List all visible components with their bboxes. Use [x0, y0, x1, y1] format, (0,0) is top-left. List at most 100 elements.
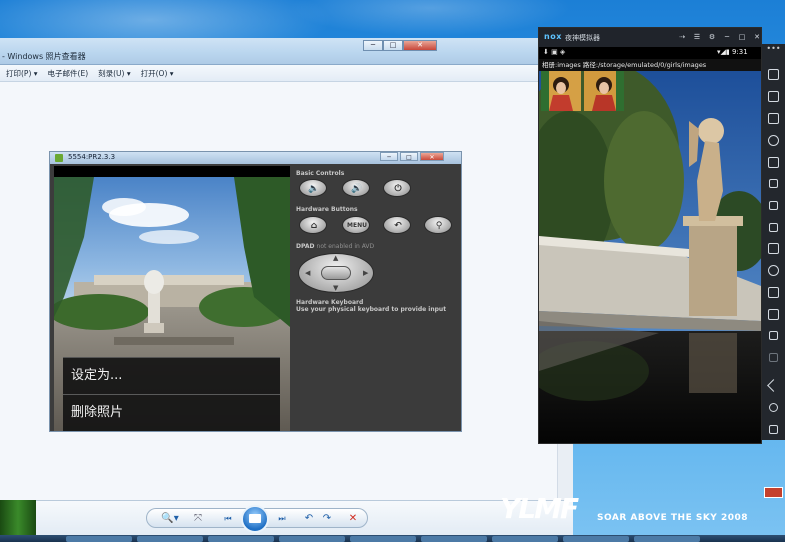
menu-open[interactable]: 打开(O) ▾ [141, 68, 174, 79]
emulator-controls-panel: Basic Controls 🔈 🔊 ⏻ Hardware Buttons ⌂ … [290, 166, 461, 431]
delete-icon[interactable]: ✕ [347, 511, 359, 526]
volume-down-button[interactable]: 🔈 [299, 179, 327, 197]
next-icon[interactable]: ⏭ [275, 511, 289, 526]
nox-photo [539, 71, 761, 443]
keyboard-title: Hardware Keyboard [296, 299, 364, 306]
taskbar-item-5[interactable] [350, 536, 416, 542]
emulator-screen[interactable]: 设定为... 删除照片 [54, 166, 290, 431]
dpad-note: not enabled in AVD [316, 243, 375, 250]
status-clock: ▾◢▮ 9:31 [717, 48, 748, 56]
taskbar-item-8[interactable] [563, 536, 629, 542]
tray-app-icon[interactable] [764, 487, 783, 498]
power-icon: ⏻ [394, 184, 402, 194]
album-thumbnails [541, 71, 763, 114]
volume-up-icon[interactable] [769, 201, 778, 210]
menu-item-delete-photo[interactable]: 删除照片 [63, 395, 280, 431]
taskbar-item-4[interactable] [279, 536, 345, 542]
dpad-center-button[interactable] [321, 266, 351, 280]
android-emulator-window: 5554:PR2.3.3 ─ □ ✕ 设定为... 删除照片 Basic Con… [49, 151, 462, 432]
photo-viewer-menubar: 打印(P) ▾ 电子邮件(E) 刻录(U) ▾ 打开(O) ▾ [0, 65, 573, 82]
dpad-up-icon: ▲ [333, 254, 339, 262]
home-button[interactable]: ⌂ [299, 216, 327, 234]
location-icon[interactable] [768, 135, 779, 146]
back-icon: ↶ [394, 221, 402, 231]
home-icon: ⌂ [310, 221, 318, 231]
notification-icons: ⬇ ▣ ◈ [543, 48, 566, 56]
fit-window-icon[interactable]: ⤧ [191, 511, 205, 526]
volume-up-button[interactable]: 🔊 [342, 179, 370, 197]
hardware-buttons-label: Hardware Buttons [296, 206, 358, 213]
search-icon: ⚲ [435, 221, 443, 231]
scissors-icon[interactable] [768, 113, 779, 124]
dpad-label: DPAD not enabled in AVD [296, 243, 375, 250]
nox-player-window: nox 夜神模拟器 ⇢ ☰ ⚙ ─ □ ✕ ⬇ ▣ ◈ ▾◢▮ 9:31 相册:… [538, 27, 762, 444]
menu-button[interactable]: MENU [342, 216, 370, 234]
emulator-maximize-button[interactable]: □ [400, 152, 418, 161]
previous-icon[interactable]: ⏮ [221, 511, 235, 526]
android-icon [55, 154, 63, 162]
basic-controls-label: Basic Controls [296, 170, 345, 177]
macro-icon[interactable] [768, 309, 779, 320]
photo-viewer-titlebar[interactable]: - Windows 照片查看器 ─ □ ✕ [0, 38, 573, 65]
back-button[interactable]: ↶ [383, 216, 411, 234]
more-icon[interactable] [769, 353, 778, 362]
display-icon[interactable] [768, 157, 779, 168]
shake-icon[interactable] [768, 265, 779, 276]
emulator-minimize-button[interactable]: ─ [380, 152, 398, 161]
zoom-icon[interactable]: 🔍▾ [159, 511, 181, 526]
taskbar-item-6[interactable] [421, 536, 487, 542]
nox-minimize-button[interactable]: ─ [720, 31, 734, 43]
menu-burn[interactable]: 刻录(U) ▾ [98, 68, 131, 79]
emulator-status-bar [54, 166, 290, 177]
nox-menu-icon[interactable]: ☰ [690, 31, 704, 43]
nox-share-icon[interactable]: ⇢ [675, 31, 689, 43]
taskbar-item-3[interactable] [208, 536, 274, 542]
nox-titlebar[interactable]: nox 夜神模拟器 ⇢ ☰ ⚙ ─ □ ✕ [539, 28, 761, 47]
minimize-button[interactable]: ─ [363, 40, 383, 51]
fullscreen-icon[interactable] [769, 179, 778, 188]
photo-viewer-toolbar: 🔍▾ ⤧ ⏮ ⏭ ↶ ↷ ✕ [146, 505, 368, 533]
close-button[interactable]: ✕ [403, 40, 437, 51]
screen-record-icon[interactable] [768, 91, 779, 102]
emulator-title: 5554:PR2.3.3 [68, 153, 116, 161]
emulator-titlebar[interactable]: 5554:PR2.3.3 ─ □ ✕ [50, 152, 461, 164]
menu-print[interactable]: 打印(P) ▾ [6, 68, 38, 79]
nox-settings-icon[interactable]: ⚙ [705, 31, 719, 43]
taskbar-item-7[interactable] [492, 536, 558, 542]
thumbnail-2[interactable] [584, 71, 624, 111]
multi-instance-icon[interactable] [768, 287, 779, 298]
home-icon[interactable] [769, 403, 778, 412]
volume-down-icon[interactable] [769, 223, 778, 232]
menu-email[interactable]: 电子邮件(E) [48, 68, 89, 79]
android-status-bar: ⬇ ▣ ◈ ▾◢▮ 9:31 [539, 47, 761, 59]
ylmf-logo: YLMF [500, 492, 579, 525]
power-button[interactable]: ⏻ [383, 179, 411, 197]
menu-item-set-as[interactable]: 设定为... [63, 358, 280, 394]
dpad-control[interactable]: ▲ ▼ ◀ ▶ [298, 253, 374, 293]
install-apk-icon[interactable] [768, 243, 779, 254]
slideshow-button[interactable] [241, 505, 269, 533]
rotate-cw-icon[interactable]: ↷ [321, 511, 333, 526]
sidebar-more-dots[interactable]: ••• [762, 44, 785, 56]
search-button[interactable]: ⚲ [424, 216, 452, 234]
thumbnail-1[interactable] [541, 71, 581, 111]
taskbar-item-2[interactable] [137, 536, 203, 542]
slideshow-icon [249, 514, 261, 523]
context-menu: 设定为... 删除照片 [63, 357, 280, 431]
rotate-ccw-icon[interactable]: ↶ [303, 511, 315, 526]
menu-button-label: MENU [347, 222, 367, 229]
nox-maximize-button[interactable]: □ [735, 31, 749, 43]
filmstrip-thumbnail[interactable] [0, 500, 36, 536]
nox-close-button[interactable]: ✕ [750, 31, 764, 43]
emulator-close-button[interactable]: ✕ [420, 152, 444, 161]
taskbar-item-9[interactable] [634, 536, 700, 542]
album-path-bar: 相册:images 路径:/storage/emulated/0/girls/i… [539, 59, 761, 71]
back-icon[interactable] [767, 379, 780, 392]
maximize-button[interactable]: □ [383, 40, 403, 51]
nox-title: 夜神模拟器 [565, 34, 600, 42]
keyboard-icon[interactable] [769, 331, 778, 340]
taskbar-item-1[interactable] [66, 536, 132, 542]
nox-sidebar [762, 44, 785, 440]
recent-apps-icon[interactable] [769, 425, 778, 434]
trash-icon[interactable] [768, 69, 779, 80]
